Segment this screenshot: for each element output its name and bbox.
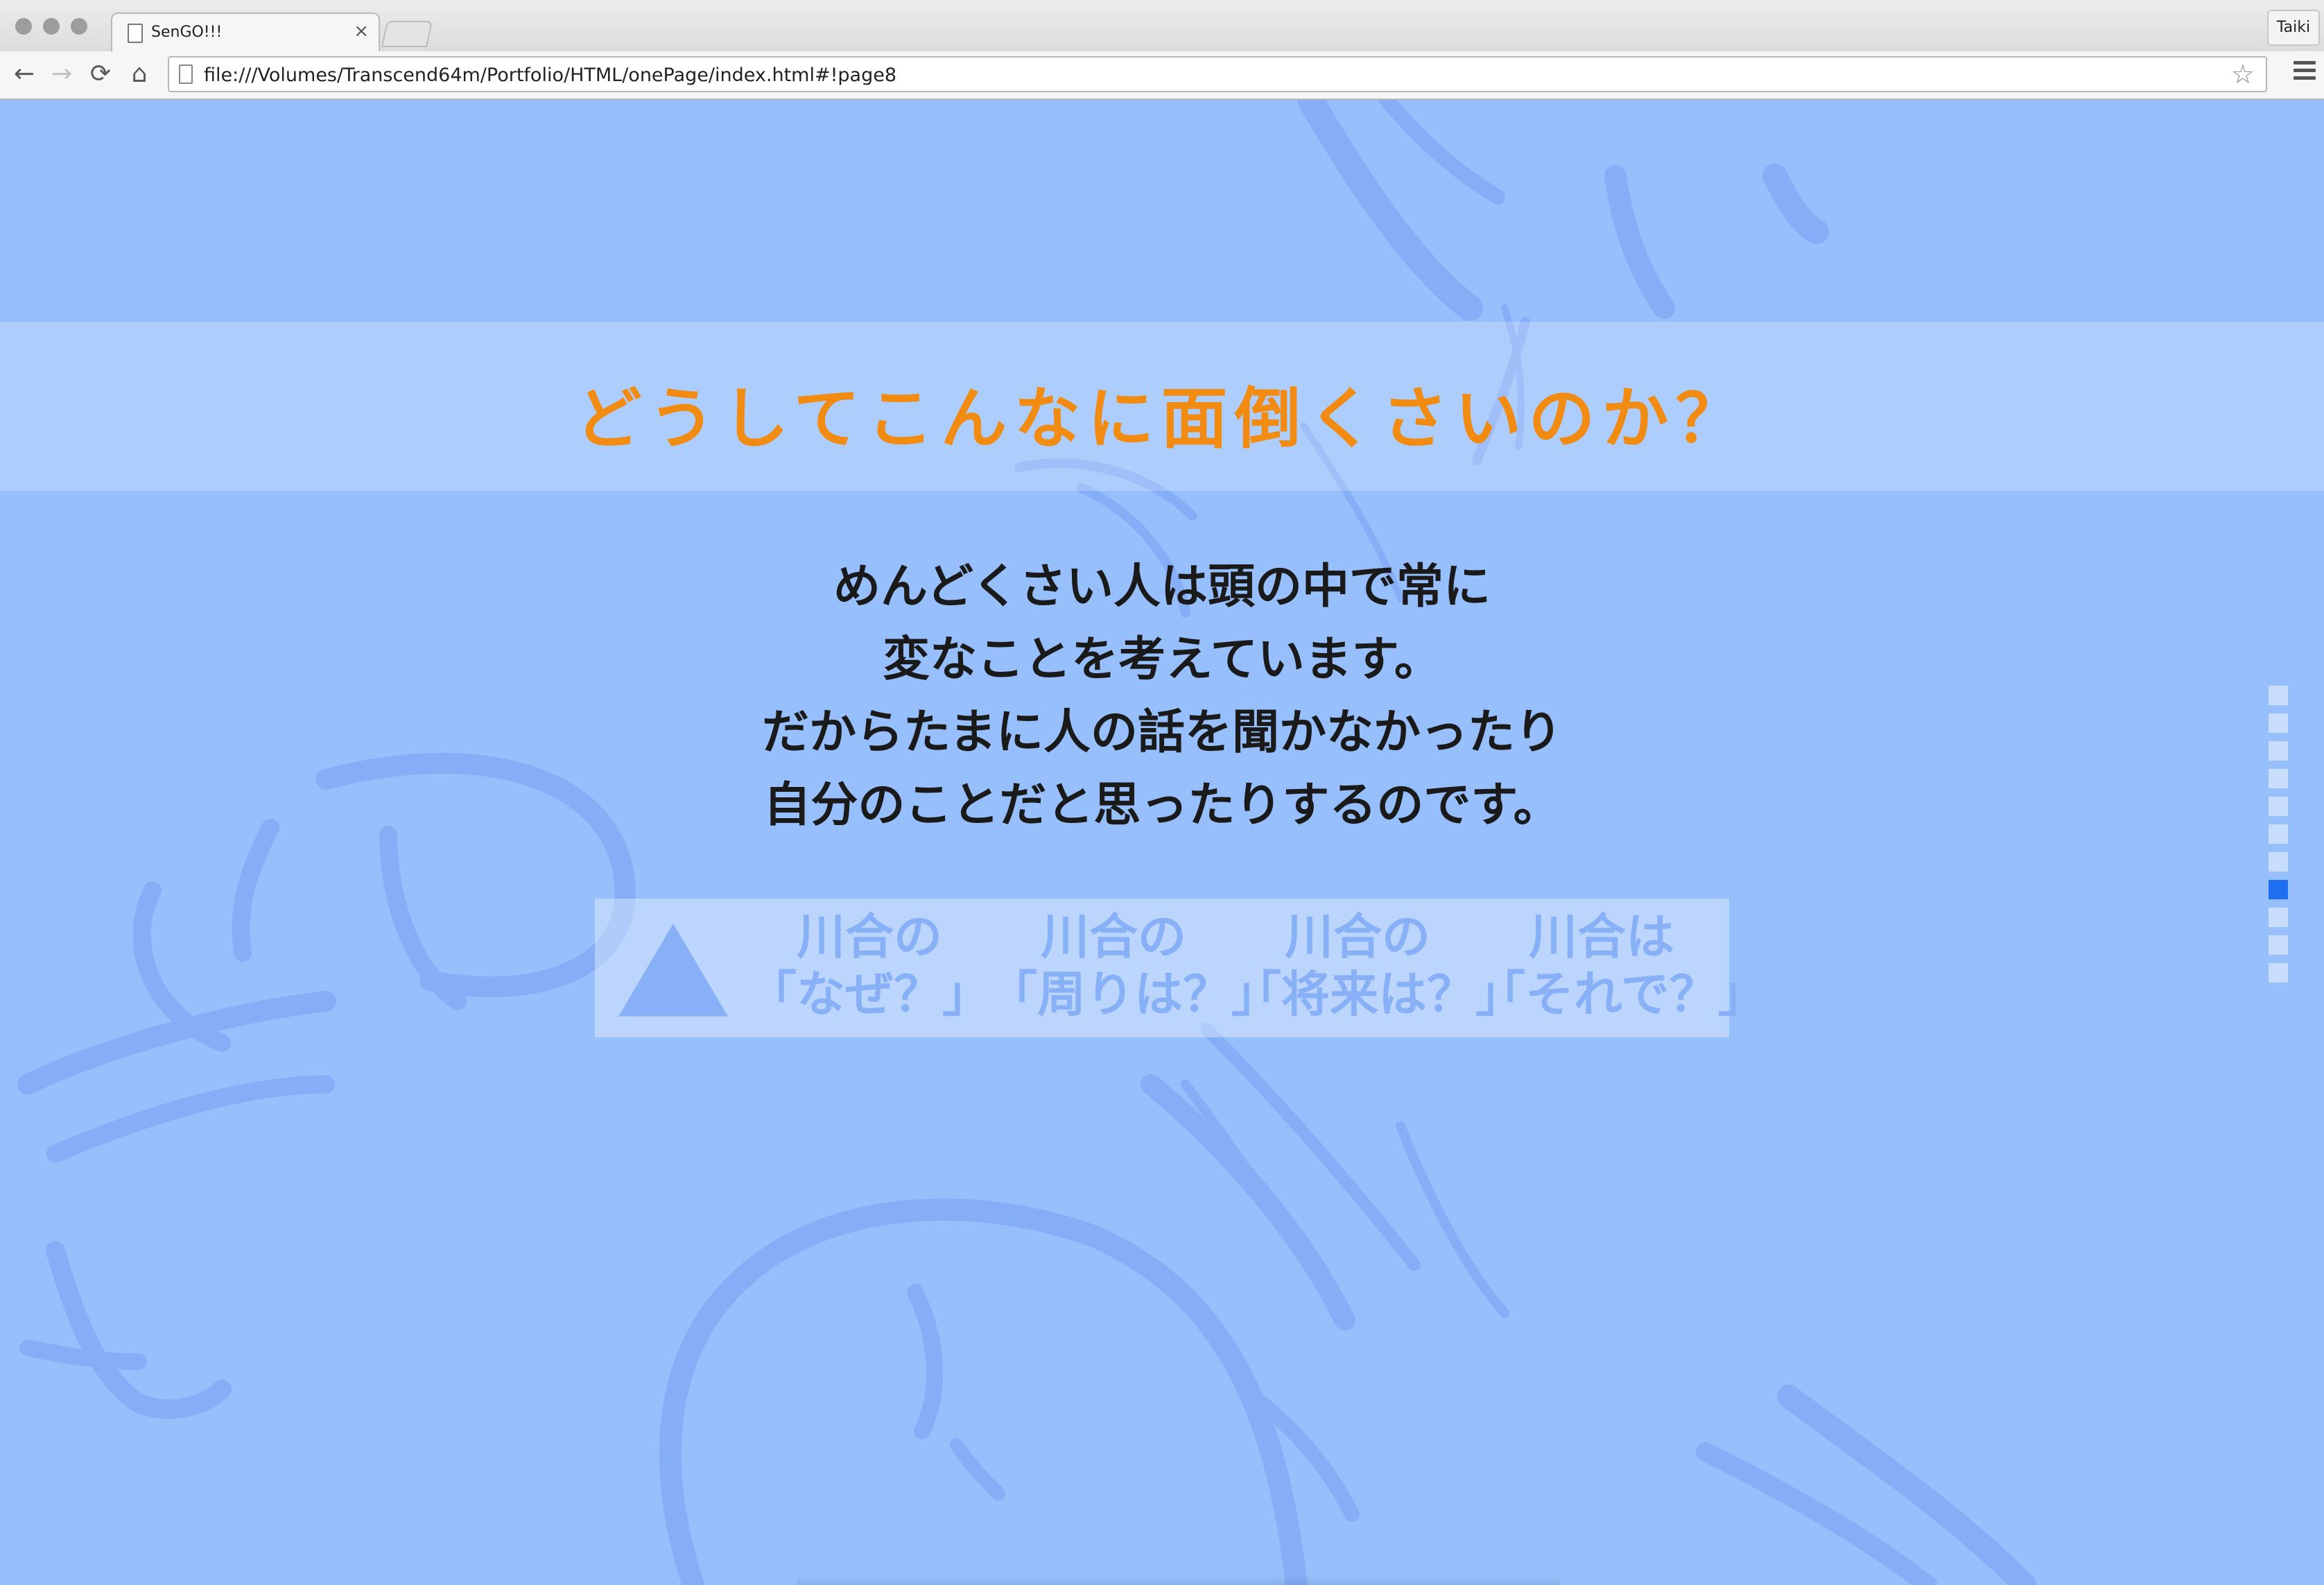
window-close-button[interactable] <box>15 18 32 35</box>
home-button[interactable]: ⌂ <box>123 58 155 90</box>
pager-dot-11[interactable] <box>2269 963 2288 982</box>
address-bar[interactable]: file:///Volumes/Transcend64m/Portfolio/H… <box>168 56 2267 92</box>
link-line1: 川合の <box>1041 908 1186 965</box>
pager-dot-8[interactable] <box>2269 880 2288 899</box>
window-zoom-button[interactable] <box>71 18 87 35</box>
url-text: file:///Volumes/Transcend64m/Portfolio/H… <box>204 64 897 86</box>
pager-dot-6[interactable] <box>2269 824 2288 844</box>
pager-dot-7[interactable] <box>2269 852 2288 872</box>
pager-dot-2[interactable] <box>2269 713 2288 733</box>
pager-dot-9[interactable] <box>2269 908 2288 927</box>
pager-dot-5[interactable] <box>2269 797 2288 816</box>
browser-tab[interactable]: SenGO!!! × <box>111 12 380 54</box>
window-minimize-button[interactable] <box>43 18 60 35</box>
triangle-up-icon[interactable] <box>617 922 729 1018</box>
page-icon <box>128 24 143 43</box>
tab-close-button[interactable]: × <box>354 21 369 42</box>
browser-titlebar: SenGO!!! × Taiki <box>0 0 2324 54</box>
bottom-shadow <box>797 1575 1560 1585</box>
page-navigation-dots <box>2269 686 2289 991</box>
bookmark-star-icon[interactable]: ☆ <box>2231 60 2255 88</box>
link-line1: 川合の <box>1285 908 1430 965</box>
forward-button[interactable]: → <box>46 58 78 90</box>
body-line: めんどくさい人は頭の中で常に <box>833 560 1491 614</box>
pager-dot-1[interactable] <box>2269 686 2288 705</box>
link-surroundings[interactable]: 川合の 「周りは？」 <box>989 908 1280 1023</box>
link-line2: 「将来は？」 <box>1233 966 1524 1023</box>
link-line2: 「周りは？」 <box>989 966 1280 1023</box>
new-tab-button[interactable] <box>381 21 433 47</box>
link-line1: 川合の <box>797 908 942 965</box>
back-button[interactable]: ← <box>8 58 40 90</box>
link-line2: 「なぜ？」 <box>748 966 991 1023</box>
tab-title: SenGO!!! <box>151 24 223 41</box>
link-future[interactable]: 川合の 「将来は？」 <box>1233 908 1524 1023</box>
link-so-what[interactable]: 川合は 「それで？」 <box>1477 908 1767 1023</box>
pager-dot-4[interactable] <box>2269 769 2288 788</box>
link-line2: 「それで？」 <box>1477 966 1767 1023</box>
page-icon <box>179 64 193 84</box>
section-links-box: 川合の 「なぜ？」 川合の 「周りは？」 川合の 「将来は？」 川合は 「それで… <box>595 899 1767 1037</box>
body-line: 自分のことだと思ったりするのです。 <box>763 778 1561 833</box>
link-why[interactable]: 川合の 「なぜ？」 <box>745 908 994 1023</box>
pager-dot-3[interactable] <box>2269 741 2288 761</box>
pager-dot-10[interactable] <box>2269 935 2288 955</box>
hamburger-menu-icon[interactable] <box>2293 61 2316 83</box>
body-line: だからたまに人の話を聞かなかったり <box>762 705 1562 760</box>
page-viewport: どうしてこんなに面倒くさいのか？ めんどくさい人は頭の中で常に 変なことを考えて… <box>0 100 2324 1585</box>
section-headline: どうしてこんなに面倒くさいのか？ <box>575 380 1749 458</box>
body-copy: めんどくさい人は頭の中で常に 変なことを考えています。 だからたまに人の話を聞か… <box>0 551 2324 842</box>
body-line: 変なことを考えています。 <box>883 632 1441 687</box>
profile-button[interactable]: Taiki <box>2267 10 2320 46</box>
link-line1: 川合は <box>1529 908 1674 965</box>
reload-button[interactable]: ⟳ <box>85 58 116 90</box>
browser-toolbar: ← → ⟳ ⌂ file:///Volumes/Transcend64m/Por… <box>0 51 2324 100</box>
